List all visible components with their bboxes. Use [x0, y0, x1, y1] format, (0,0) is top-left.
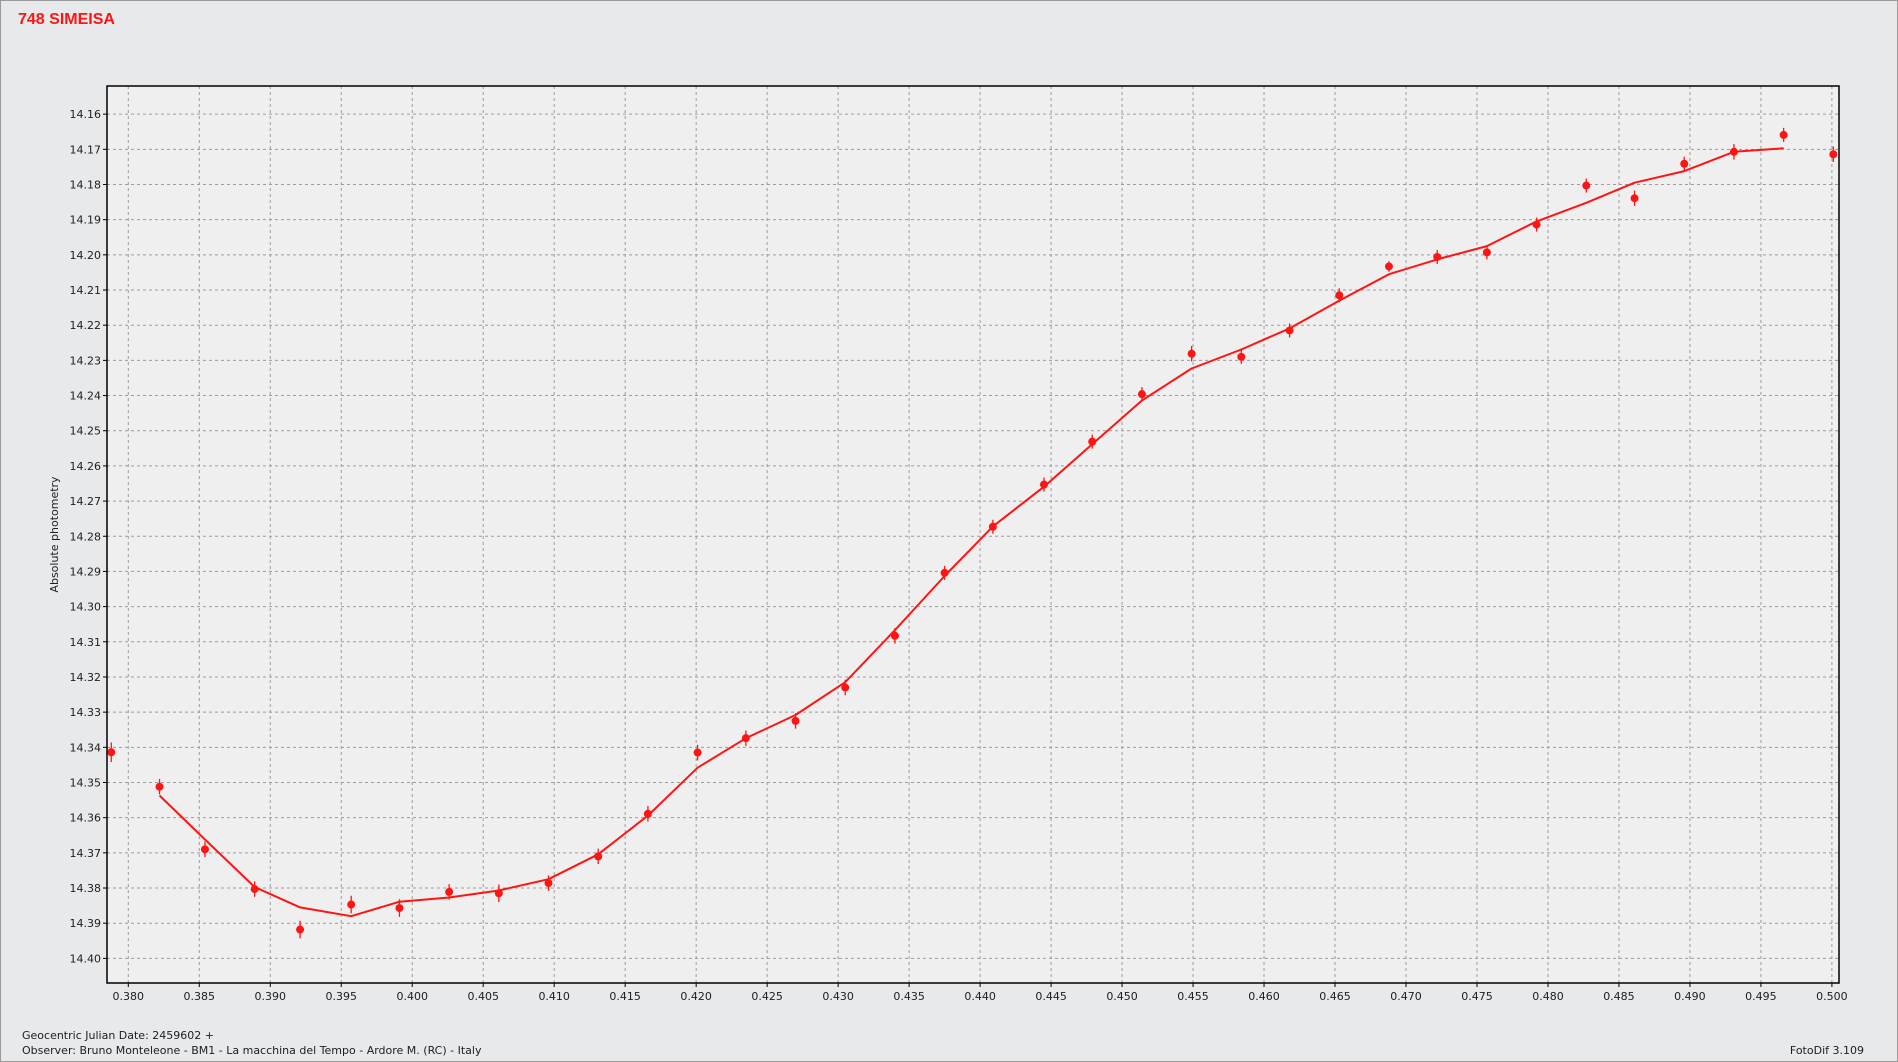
- y-tick-label: 14.16: [70, 108, 102, 121]
- point-marker: [1039, 480, 1048, 489]
- x-tick-label: 0.460: [1248, 990, 1280, 1003]
- y-tick-label: 14.34: [70, 741, 102, 754]
- x-tick-label: 0.410: [538, 990, 570, 1003]
- y-tick-label: 14.29: [70, 565, 102, 578]
- point-marker: [1187, 349, 1196, 358]
- point-marker: [200, 845, 209, 854]
- point-marker: [1482, 248, 1491, 257]
- plot-area: [107, 86, 1839, 983]
- point-marker: [1680, 159, 1689, 168]
- x-tick-label: 0.475: [1461, 990, 1493, 1003]
- y-tick-label: 14.17: [70, 143, 102, 156]
- point-marker: [1335, 291, 1344, 300]
- y-tick-label: 14.37: [70, 847, 102, 860]
- x-tick-label: 0.385: [184, 990, 216, 1003]
- point-marker: [544, 879, 553, 888]
- x-tick-label: 0.465: [1319, 990, 1351, 1003]
- x-tick-label: 0.395: [325, 990, 357, 1003]
- y-tick-label: 14.28: [70, 530, 102, 543]
- point-marker: [1285, 326, 1294, 335]
- point-marker: [1433, 252, 1442, 261]
- y-tick-label: 14.23: [70, 354, 102, 367]
- y-tick-label: 14.27: [70, 495, 102, 508]
- y-tick-label: 14.31: [70, 636, 102, 649]
- y-axis-label: Absolute photometry: [48, 476, 61, 593]
- y-tick-label: 14.39: [70, 917, 102, 930]
- point-marker: [445, 887, 454, 896]
- x-tick-label: 0.380: [113, 990, 145, 1003]
- point-marker: [1630, 194, 1639, 203]
- y-tick-label: 14.26: [70, 460, 102, 473]
- x-tick-label: 0.445: [1035, 990, 1067, 1003]
- point-marker: [250, 885, 259, 894]
- software-version: FotoDif 3.109: [1789, 1044, 1864, 1057]
- y-tick-label: 14.30: [70, 601, 102, 614]
- point-marker: [988, 522, 997, 531]
- x-tick-label: 0.500: [1816, 990, 1848, 1003]
- point-marker: [494, 889, 503, 898]
- x-tick-label: 0.420: [680, 990, 712, 1003]
- point-marker: [1237, 352, 1246, 361]
- y-axis-ticks: 14.16 14.17 14.18 14.19 14.20 14.21 14.22 14.23…: [70, 108, 107, 965]
- y-tick-label: 14.33: [70, 706, 102, 719]
- lightcurve-chart: 14.16 14.17 14.18 14.19 14.20 14.21 14.22 14.23…: [48, 85, 1848, 1003]
- y-tick-label: 14.35: [70, 776, 102, 789]
- point-marker: [1582, 181, 1591, 190]
- julian-date-label: Geocentric Julian Date: 2459602 +: [22, 1029, 214, 1042]
- x-axis-ticks: 0.380 0.385 0.390 0.395 0.400 0.405 0.410 0.415…: [113, 983, 1848, 1003]
- point-marker: [1088, 437, 1097, 446]
- point-marker: [347, 900, 356, 909]
- x-tick-label: 0.455: [1177, 990, 1209, 1003]
- y-tick-label: 14.24: [70, 390, 102, 403]
- point-marker: [643, 809, 652, 818]
- x-tick-label: 0.470: [1390, 990, 1422, 1003]
- x-tick-label: 0.440: [964, 990, 996, 1003]
- x-tick-label: 0.490: [1674, 990, 1706, 1003]
- y-tick-label: 14.20: [70, 249, 102, 262]
- point-marker: [594, 852, 603, 861]
- point-marker: [940, 568, 949, 577]
- point-marker: [155, 782, 164, 791]
- x-tick-label: 0.435: [893, 990, 925, 1003]
- y-tick-label: 14.36: [70, 812, 102, 825]
- y-tick-label: 14.19: [70, 214, 102, 227]
- point-marker: [1729, 147, 1738, 156]
- x-tick-label: 0.405: [467, 990, 499, 1003]
- x-tick-label: 0.400: [396, 990, 428, 1003]
- observer-label: Observer: Bruno Monteleone - BM1 - La ma…: [22, 1044, 482, 1057]
- point-marker: [1137, 390, 1146, 399]
- x-tick-label: 0.430: [822, 990, 854, 1003]
- x-tick-label: 0.480: [1532, 990, 1564, 1003]
- y-tick-label: 14.25: [70, 425, 102, 438]
- point-marker: [841, 683, 850, 692]
- x-tick-label: 0.425: [751, 990, 783, 1003]
- y-tick-label: 14.18: [70, 178, 102, 191]
- point-marker: [1779, 130, 1788, 139]
- y-tick-label: 14.40: [70, 952, 102, 965]
- y-tick-label: 14.21: [70, 284, 102, 297]
- point-marker: [296, 925, 305, 934]
- y-tick-label: 14.38: [70, 882, 102, 895]
- y-tick-label: 14.22: [70, 319, 102, 332]
- point-marker: [1829, 150, 1838, 159]
- point-marker: [1532, 220, 1541, 229]
- point-marker: [107, 748, 116, 757]
- point-marker: [791, 716, 800, 725]
- point-marker: [693, 748, 702, 757]
- point-marker: [1384, 262, 1393, 271]
- point-marker: [395, 904, 404, 913]
- x-tick-label: 0.415: [609, 990, 641, 1003]
- x-tick-label: 0.495: [1745, 990, 1777, 1003]
- point-marker: [741, 734, 750, 743]
- x-tick-label: 0.450: [1106, 990, 1138, 1003]
- point-marker: [890, 631, 899, 640]
- y-tick-label: 14.32: [70, 671, 102, 684]
- x-tick-label: 0.485: [1603, 990, 1635, 1003]
- x-tick-label: 0.390: [255, 990, 287, 1003]
